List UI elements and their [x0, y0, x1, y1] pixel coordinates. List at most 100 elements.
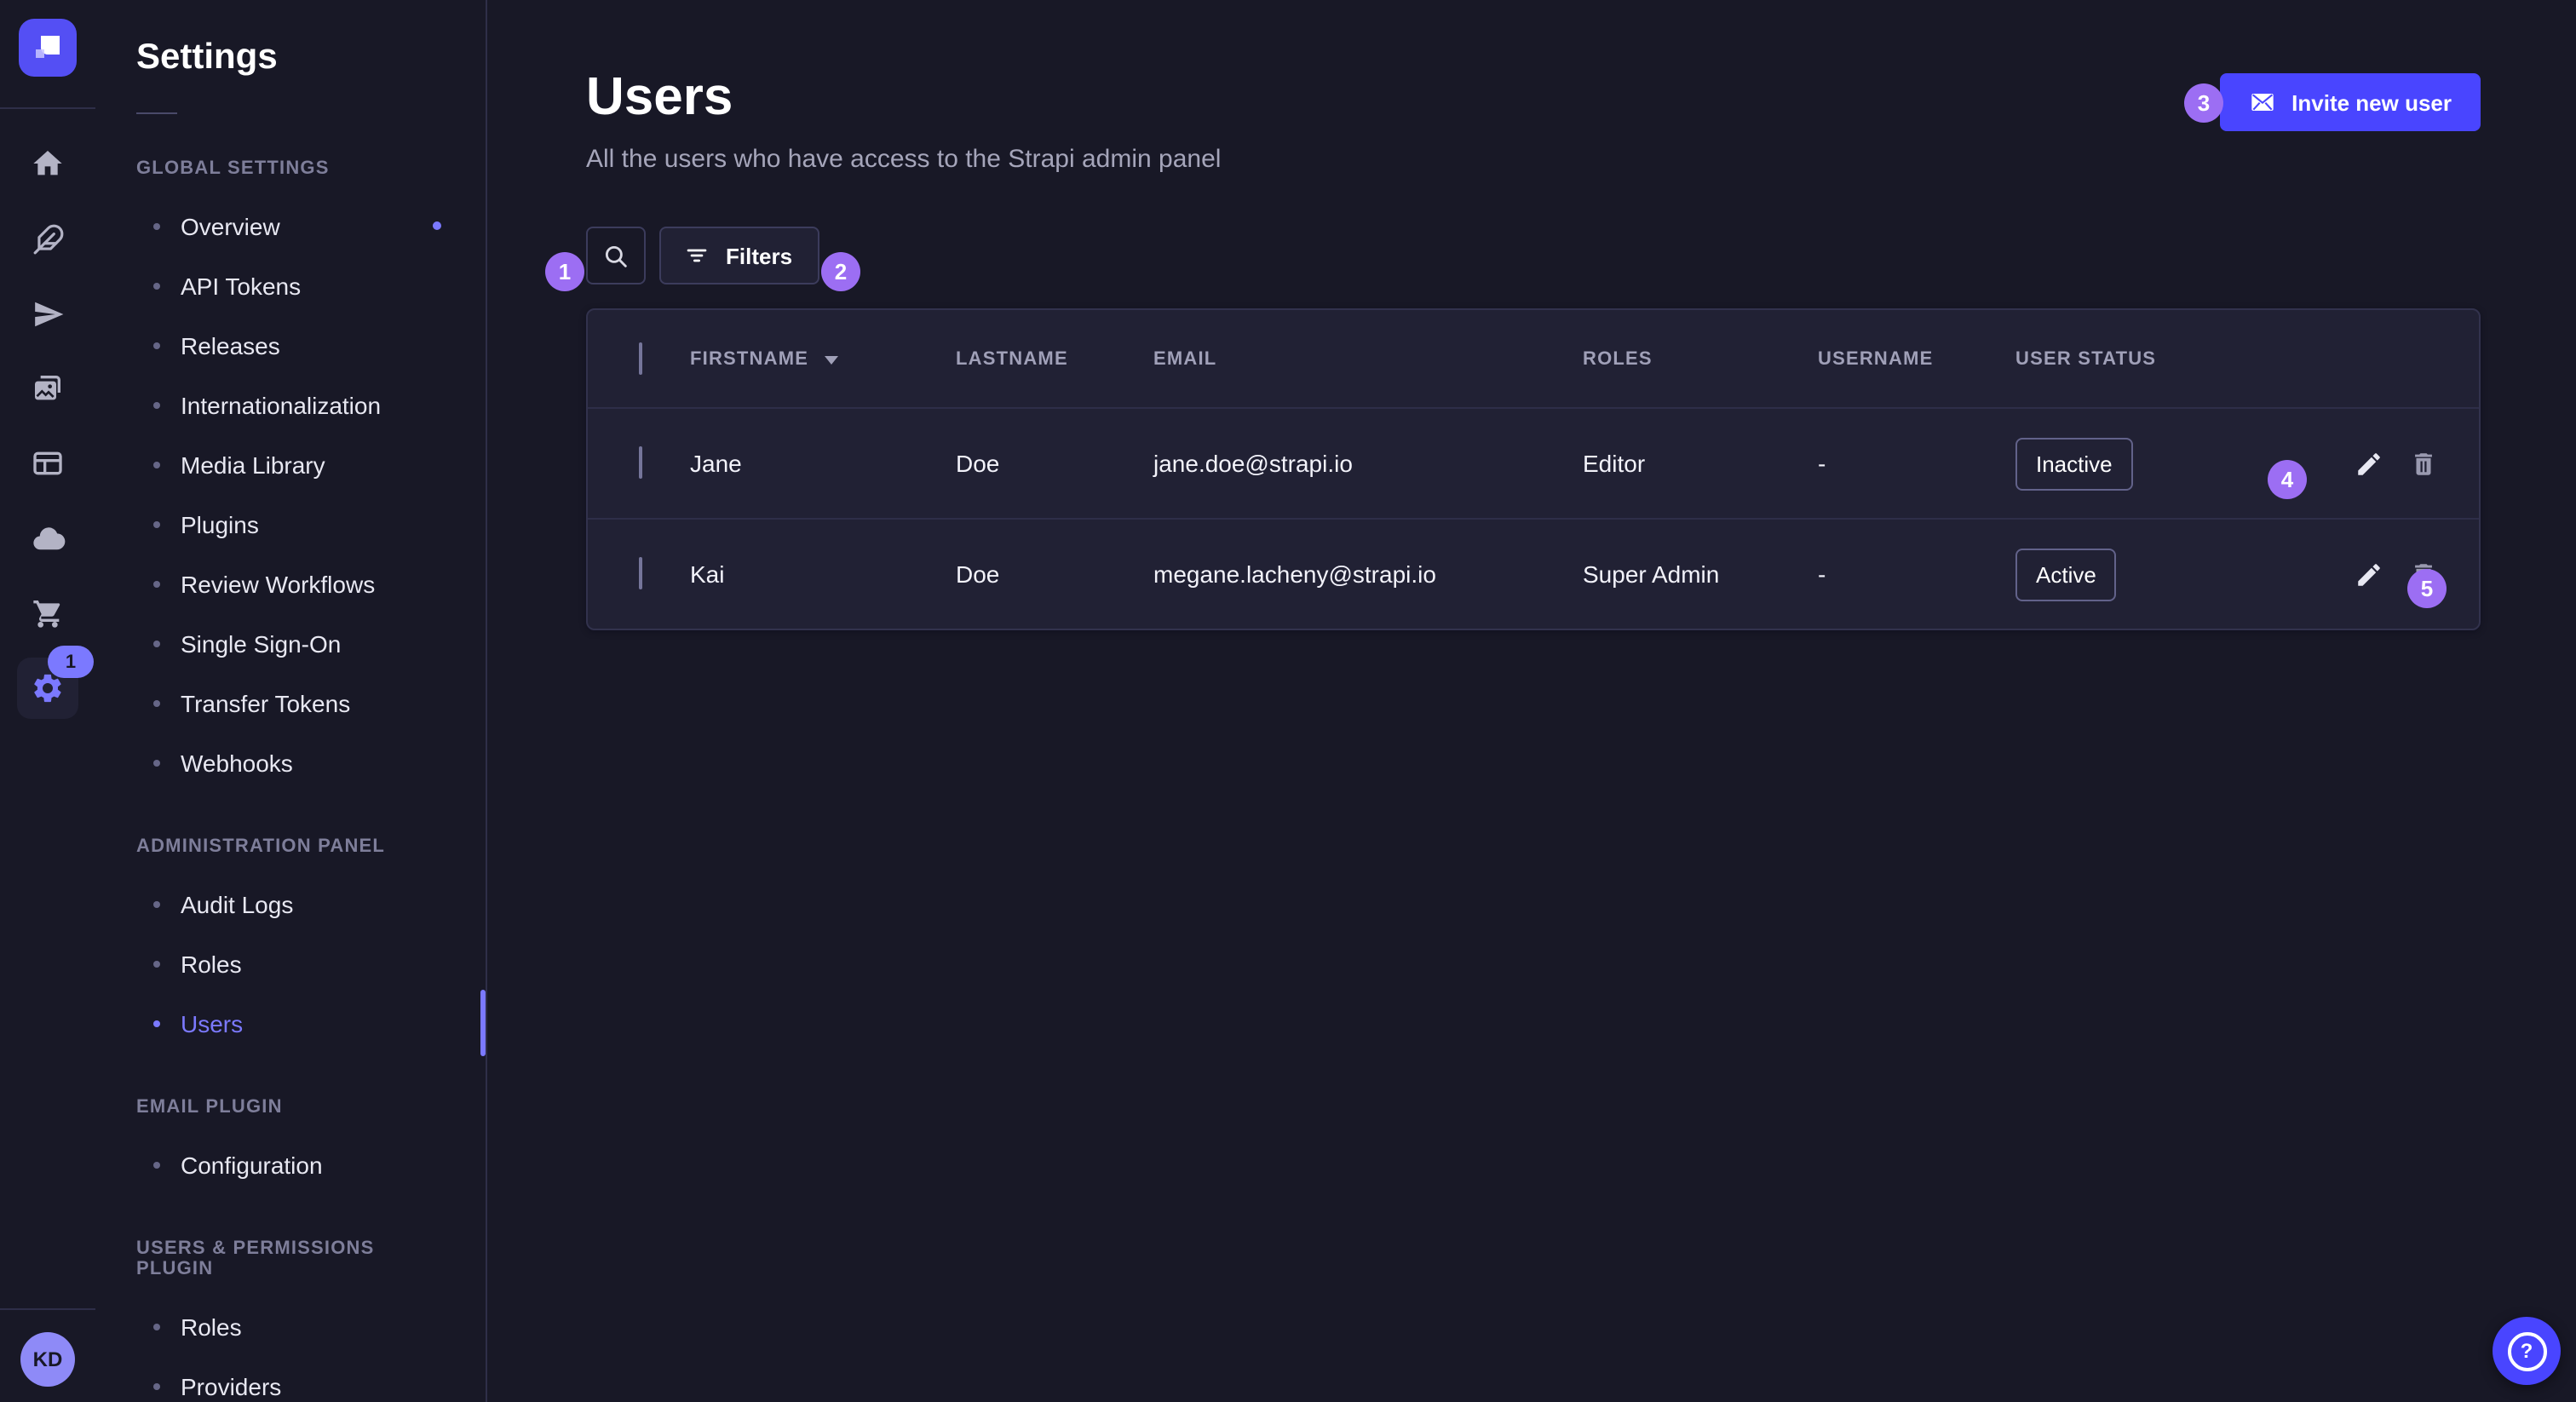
annotation-badge-4: 4	[2268, 460, 2307, 499]
sidebar-item-configuration[interactable]: Configuration	[136, 1135, 445, 1194]
filters-button[interactable]: Filters	[659, 227, 819, 284]
table-row-jane[interactable]: Jane Doe jane.doe@strapi.io Editor - Ina…	[588, 407, 2479, 518]
annotation-badge-3: 3	[2184, 83, 2223, 123]
cell-lastname: Doe	[956, 560, 1153, 588]
filter-icon	[683, 242, 710, 269]
filters-label: Filters	[726, 243, 792, 268]
users-permissions-list: Roles Providers	[136, 1296, 445, 1402]
cell-lastname: Doe	[956, 450, 1153, 477]
strapi-logo-icon	[31, 31, 65, 65]
user-avatar[interactable]: KD	[20, 1332, 75, 1387]
cell-username: -	[1818, 450, 2015, 477]
marketplace-cart-icon[interactable]	[17, 583, 78, 644]
main-nav-rail: 1 KD	[0, 0, 97, 1402]
header-checkbox-cell	[588, 343, 690, 374]
cell-email: megane.lacheny@strapi.io	[1153, 560, 1583, 588]
column-header-firstname[interactable]: FIRSTNAME	[690, 348, 956, 369]
sidebar-item-label: Transfer Tokens	[181, 689, 350, 716]
bullet-icon	[153, 699, 160, 706]
status-badge: Active	[2015, 548, 2117, 600]
sidebar-item-webhooks[interactable]: Webhooks	[136, 733, 445, 792]
sidebar-item-label: Plugins	[181, 510, 259, 537]
sidebar-item-users[interactable]: Users	[136, 993, 445, 1053]
sidebar-item-label: Media Library	[181, 451, 325, 478]
sidebar-item-single-sign-on[interactable]: Single Sign-On	[136, 613, 445, 673]
page-title: Users	[586, 68, 1221, 126]
select-all-checkbox[interactable]	[639, 342, 642, 374]
column-label: EMAIL	[1153, 348, 1216, 369]
sidebar-item-providers[interactable]: Providers	[136, 1356, 445, 1402]
sidebar-item-up-roles[interactable]: Roles	[136, 1296, 445, 1356]
row-checkbox-cell	[588, 448, 690, 479]
bullet-icon	[153, 461, 160, 468]
cell-firstname: Jane	[690, 450, 956, 477]
sidebar-item-label: Audit Logs	[181, 890, 293, 917]
sidebar-item-label: Providers	[181, 1372, 281, 1399]
row-checkbox-cell	[588, 559, 690, 589]
bullet-icon	[153, 222, 160, 229]
strapi-admin-app: 1 KD Settings GLOBAL SETTINGS Overview A…	[0, 0, 2576, 1402]
settings-gear-icon[interactable]: 1	[17, 658, 78, 719]
sidebar-item-audit-logs[interactable]: Audit Logs	[136, 874, 445, 934]
strapi-logo[interactable]	[19, 19, 77, 77]
active-item-indicator	[480, 990, 486, 1056]
column-header-user-status: USER STATUS	[2015, 348, 2271, 369]
sidebar-item-label: Webhooks	[181, 749, 293, 776]
media-library-icon[interactable]	[17, 358, 78, 419]
status-badge: Inactive	[2015, 437, 2133, 490]
bullet-icon	[153, 1382, 160, 1389]
sidebar-item-media-library[interactable]: Media Library	[136, 434, 445, 494]
sidebar-item-label: Roles	[181, 1313, 242, 1340]
cell-user-status: Inactive	[2015, 437, 2271, 490]
sidebar-item-label: Internationalization	[181, 391, 381, 418]
bullet-icon	[153, 1323, 160, 1330]
global-settings-list: Overview API Tokens Releases Internation…	[136, 196, 445, 792]
column-header-username: USERNAME	[1818, 348, 2015, 369]
cell-firstname: Kai	[690, 560, 956, 588]
content-manager-icon[interactable]	[17, 433, 78, 494]
edit-pencil-icon[interactable]	[2355, 560, 2383, 589]
sidebar-item-transfer-tokens[interactable]: Transfer Tokens	[136, 673, 445, 733]
home-icon[interactable]	[17, 133, 78, 194]
envelope-icon	[2249, 89, 2276, 116]
sidebar-item-releases[interactable]: Releases	[136, 315, 445, 375]
column-label: USER STATUS	[2015, 348, 2156, 369]
section-label-administration-panel: ADMINISTRATION PANEL	[136, 836, 445, 857]
sidebar-item-label: API Tokens	[181, 272, 301, 299]
cell-user-status: Active	[2015, 548, 2271, 600]
bullet-icon	[153, 960, 160, 967]
sidebar-item-label: Review Workflows	[181, 570, 375, 597]
main-content: Users All the users who have access to t…	[487, 0, 2576, 1402]
bullet-icon	[153, 580, 160, 587]
help-button[interactable]: ?	[2493, 1317, 2561, 1385]
rail-divider	[0, 1308, 95, 1310]
row-checkbox[interactable]	[639, 557, 642, 589]
section-label-users-permissions-plugin: USERS & PERMISSIONS PLUGIN	[136, 1238, 445, 1279]
bullet-icon	[153, 759, 160, 766]
delete-trash-icon[interactable]	[2409, 449, 2438, 478]
sidebar-item-api-tokens[interactable]: API Tokens	[136, 256, 445, 315]
users-table: FIRSTNAME LASTNAME EMAIL ROLES USERNAME	[586, 308, 2481, 630]
feather-icon[interactable]	[17, 208, 78, 269]
sidebar-item-plugins[interactable]: Plugins	[136, 494, 445, 554]
invite-new-user-button[interactable]: Invite new user	[2220, 73, 2481, 131]
sidebar-item-admin-roles[interactable]: Roles	[136, 934, 445, 993]
sidebar-item-review-workflows[interactable]: Review Workflows	[136, 554, 445, 613]
paper-plane-icon[interactable]	[17, 283, 78, 344]
edit-pencil-icon[interactable]	[2355, 449, 2383, 478]
row-checkbox[interactable]	[639, 446, 642, 479]
sidebar-item-internationalization[interactable]: Internationalization	[136, 375, 445, 434]
bullet-icon	[153, 640, 160, 646]
column-header-email: EMAIL	[1153, 348, 1583, 369]
cell-roles: Editor	[1583, 450, 1818, 477]
bullet-icon	[153, 1020, 160, 1026]
subnav-title-rule	[136, 112, 177, 114]
column-header-lastname: LASTNAME	[956, 348, 1153, 369]
table-row-kai[interactable]: Kai Doe megane.lacheny@strapi.io Super A…	[588, 518, 2479, 629]
page-subtitle: All the users who have access to the Str…	[586, 145, 1221, 174]
column-label: FIRSTNAME	[690, 348, 808, 369]
section-label-email-plugin: EMAIL PLUGIN	[136, 1097, 445, 1118]
cloud-icon[interactable]	[17, 508, 78, 569]
search-button[interactable]	[586, 227, 646, 284]
sidebar-item-overview[interactable]: Overview	[136, 196, 445, 256]
